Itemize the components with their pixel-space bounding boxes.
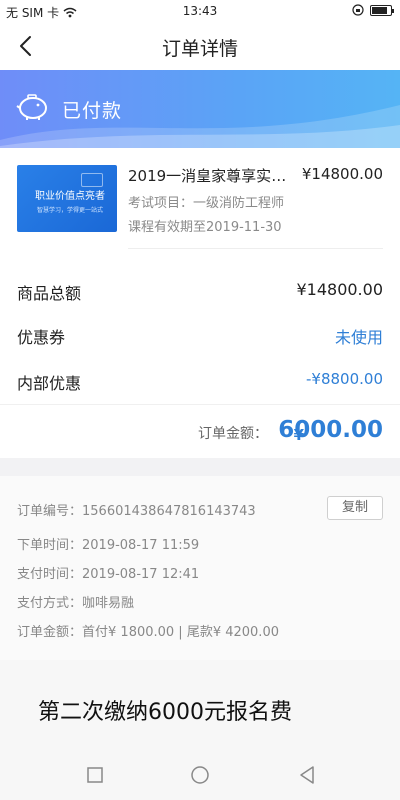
course-price: ¥14800.00	[301, 165, 383, 183]
caption-area: 第二次缴纳6000元报名费	[0, 660, 400, 750]
payment-method-label: 支付方式：	[17, 596, 83, 611]
order-time-value: 2019-08-17 11:59	[82, 538, 200, 553]
order-time-label: 下单时间：	[17, 538, 83, 553]
order-total-amount: 6000.00	[278, 417, 383, 443]
payment-method-row: 支付方式：咖啡易融	[17, 592, 134, 611]
status-bar: 无 SIM 卡 13:43	[0, 0, 400, 22]
coupon-label: 优惠券	[17, 328, 66, 347]
summary-row-goods-total: 商品总额 ¥14800.00	[17, 280, 383, 304]
order-number-label: 订单编号：	[17, 504, 83, 519]
circle-icon[interactable]	[189, 764, 211, 786]
square-icon[interactable]	[84, 764, 106, 786]
order-amount-value: 首付¥ 1800.00 | 尾款¥ 4200.00	[82, 625, 279, 640]
status-right	[352, 4, 394, 16]
thumbnail-title: 职业价值点亮者	[35, 191, 105, 202]
divider	[128, 248, 383, 249]
course-thumbnail[interactable]: 职业价值点亮者 智慧学习，学得更一站式	[17, 165, 117, 232]
coupon-value[interactable]: 未使用	[335, 324, 383, 348]
battery-icon	[370, 4, 394, 16]
payment-time-label: 支付时间：	[17, 567, 83, 582]
payment-method-value: 咖啡易融	[82, 596, 135, 611]
payment-time-value: 2019-08-17 12:41	[82, 567, 200, 582]
rotation-lock-icon	[352, 4, 364, 16]
order-info-card: 订单编号：156601438647816143743 复制 下单时间：2019-…	[0, 476, 400, 660]
piggy-bank-icon	[16, 94, 47, 120]
thumbnail-subtitle: 智慧学习，学得更一站式	[37, 207, 104, 214]
order-total-label: 订单金额：	[198, 426, 268, 442]
goods-total-label: 商品总额	[17, 284, 82, 303]
payment-time-row: 支付时间：2019-08-17 12:41	[17, 563, 199, 582]
payment-status-text: 已付款	[62, 100, 123, 122]
goods-total-value: ¥14800.00	[296, 280, 383, 299]
page-title: 订单详情	[161, 38, 238, 60]
course-title[interactable]: 2019一消皇家尊享实战...	[128, 165, 300, 186]
clock: 13:43	[182, 4, 218, 18]
payment-status-banner: 已付款	[0, 70, 400, 148]
summary-row-coupon[interactable]: 优惠券 未使用	[17, 324, 383, 348]
order-number-row: 订单编号：156601438647816143743	[17, 500, 256, 519]
order-amount-label: 订单金额：	[17, 625, 83, 640]
battery-fill	[372, 6, 387, 14]
banner-wave-decoration	[0, 105, 400, 148]
caption-text: 第二次缴纳6000元报名费	[38, 700, 292, 725]
book-icon	[81, 173, 103, 187]
order-card: 职业价值点亮者 智慧学习，学得更一站式 2019一消皇家尊享实战... ¥148…	[0, 148, 400, 458]
system-nav-bar	[0, 750, 400, 800]
order-total-bar: 订单金额： ¥ 6000.00	[0, 404, 400, 458]
order-number-value: 156601438647816143743	[82, 504, 256, 519]
summary-row-internal-discount: 内部优惠 -¥8800.00	[17, 370, 383, 394]
internal-discount-value: -¥8800.00	[306, 370, 383, 388]
triangle-back-icon[interactable]	[296, 764, 318, 786]
course-subject: 考试项目：一级消防工程师	[128, 196, 285, 211]
course-validity: 课程有效期至2019-11-30	[128, 220, 282, 235]
copy-button[interactable]: 复制	[327, 496, 383, 520]
order-amount-row: 订单金额：首付¥ 1800.00 | 尾款¥ 4200.00	[17, 621, 279, 640]
order-time-row: 下单时间：2019-08-17 11:59	[17, 534, 199, 553]
nav-bar: 订单详情	[0, 22, 400, 70]
internal-discount-label: 内部优惠	[17, 374, 82, 393]
